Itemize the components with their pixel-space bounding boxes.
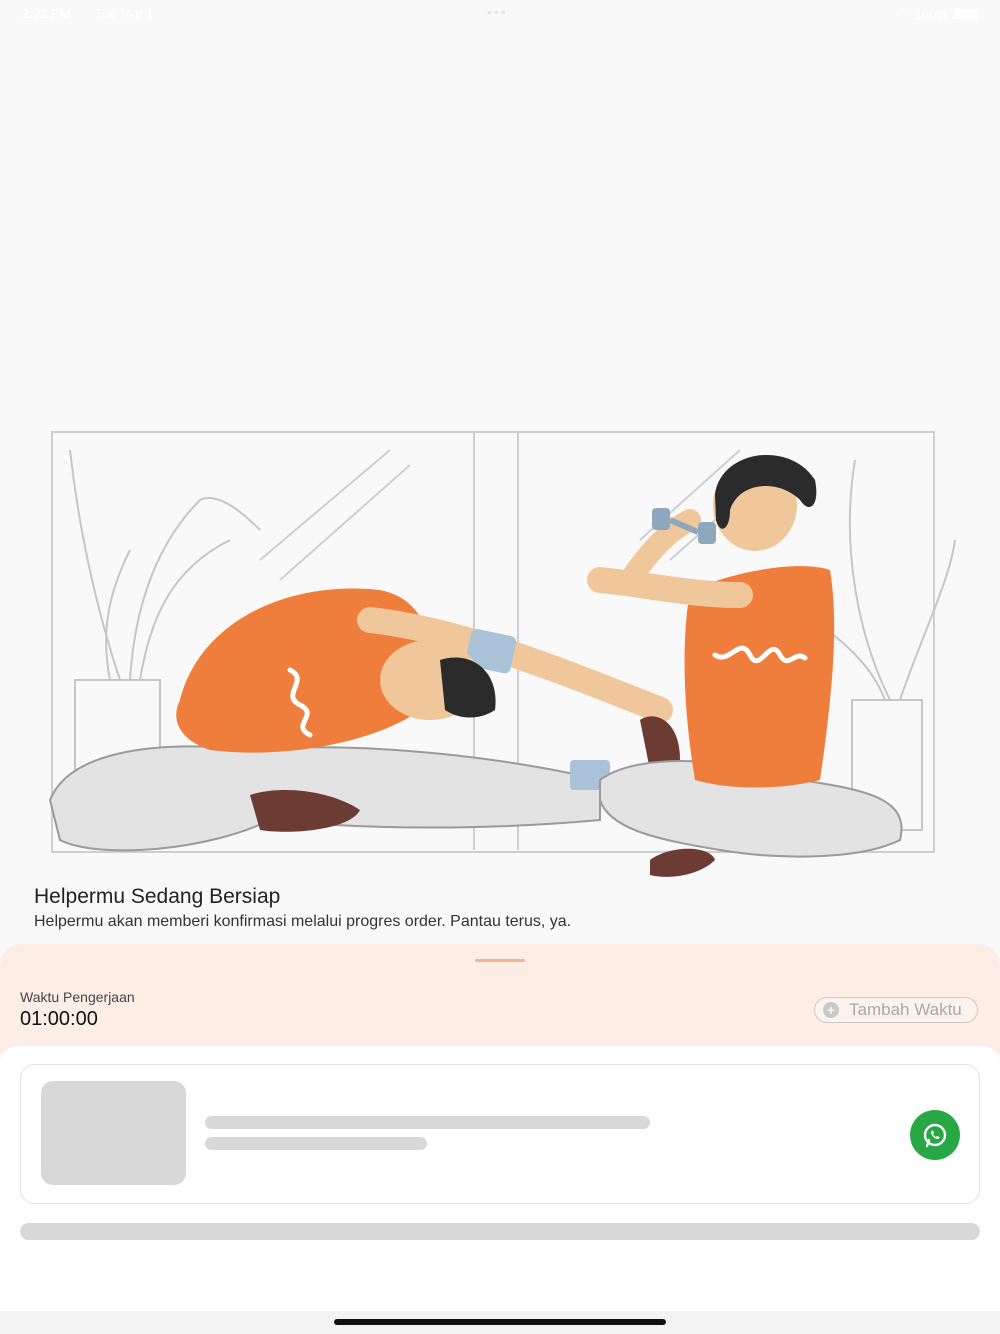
work-time-sheet: Waktu Pengerjaan 01:00:00 + Tambah Waktu — [0, 944, 1000, 1054]
status-title: Helpermu Sedang Bersiap — [34, 885, 281, 908]
helper-card-skeleton — [20, 1064, 980, 1204]
status-right: ◠ 100% — [897, 6, 978, 22]
helper-card-area — [0, 1046, 1000, 1311]
detail-skeleton-line — [205, 1137, 427, 1150]
add-time-label: Tambah Waktu — [849, 1000, 962, 1019]
status-subtitle: Helpermu akan memberi konfirmasi melalui… — [34, 913, 572, 930]
status-date: Tue Mar 1 — [95, 6, 154, 21]
add-time-button[interactable]: + Tambah Waktu — [814, 997, 978, 1023]
battery-percent: 100% — [914, 6, 948, 22]
whatsapp-button[interactable] — [910, 1110, 960, 1160]
home-indicator[interactable] — [334, 1319, 666, 1325]
battery-icon — [954, 9, 978, 19]
status-bar: 2:22 PM Tue Mar 1 ••• ◠ 100% — [0, 0, 1000, 30]
multitasking-dots-icon[interactable]: ••• — [487, 4, 508, 20]
avatar-skeleton — [41, 1081, 186, 1185]
whatsapp-icon — [923, 1123, 947, 1148]
progress-skeleton-bar — [20, 1223, 980, 1240]
stretching-illustration — [48, 431, 956, 877]
work-time-label: Waktu Pengerjaan — [20, 989, 135, 1005]
status-time: 2:22 PM — [22, 6, 71, 21]
work-time-value: 01:00:00 — [20, 1008, 98, 1030]
sheet-drag-handle[interactable] — [475, 959, 525, 962]
wifi-icon: ◠ — [897, 6, 909, 21]
plus-circle-icon: + — [823, 1002, 839, 1018]
name-skeleton-line — [205, 1116, 650, 1129]
